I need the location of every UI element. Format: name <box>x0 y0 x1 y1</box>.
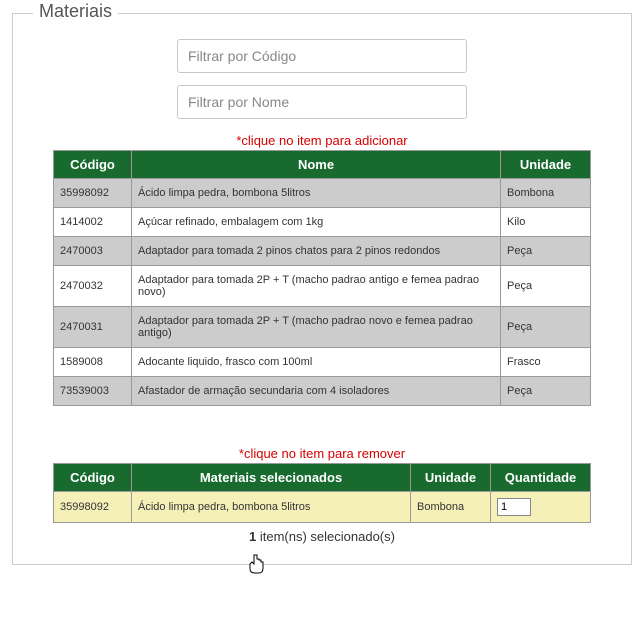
cell-codigo: 35998092 <box>54 179 132 208</box>
cell-nome: Adaptador para tomada 2 pinos chatos par… <box>132 237 501 266</box>
cell-nome: Adaptador para tomada 2P + T (macho padr… <box>132 266 501 307</box>
cell-unidade: Peça <box>501 237 591 266</box>
filter-codigo-input[interactable] <box>177 39 467 73</box>
table-row[interactable]: 73539003Afastador de armação secundaria … <box>54 377 591 406</box>
table-row[interactable]: 1414002Açúcar refinado, embalagem com 1k… <box>54 208 591 237</box>
hint-add: *clique no item para adicionar <box>13 133 631 148</box>
selected-section: *clique no item para remover Código Mate… <box>53 446 591 544</box>
selected-count-suffix: item(ns) selecionado(s) <box>256 529 395 544</box>
selected-count-footer: 1 item(ns) selecionado(s) <box>53 529 591 544</box>
cell-unidade: Frasco <box>501 348 591 377</box>
hint-remove: *clique no item para remover <box>53 446 591 461</box>
fieldset-legend: Materiais <box>33 1 118 22</box>
available-table-wrap: Código Nome Unidade 35998092Ácido limpa … <box>53 150 591 406</box>
col-header-nome: Nome <box>132 151 501 179</box>
cell-unidade: Peça <box>501 307 591 348</box>
cell-nome: Ácido limpa pedra, bombona 5litros <box>132 179 501 208</box>
sel-cell-codigo: 35998092 <box>54 492 132 523</box>
cell-unidade: Peça <box>501 377 591 406</box>
sel-cell-qtd <box>491 492 591 523</box>
cell-nome: Adocante liquido, frasco com 100ml <box>132 348 501 377</box>
sel-col-unidade: Unidade <box>411 464 491 492</box>
cell-nome: Adaptador para tomada 2P + T (macho padr… <box>132 307 501 348</box>
cell-nome: Afastador de armação secundaria com 4 is… <box>132 377 501 406</box>
filter-section <box>13 39 631 119</box>
cell-codigo: 1414002 <box>54 208 132 237</box>
cell-codigo: 2470032 <box>54 266 132 307</box>
table-row[interactable]: 2470003Adaptador para tomada 2 pinos cha… <box>54 237 591 266</box>
quantity-input[interactable] <box>497 498 531 516</box>
cell-codigo: 73539003 <box>54 377 132 406</box>
sel-col-qtd: Quantidade <box>491 464 591 492</box>
cell-unidade: Kilo <box>501 208 591 237</box>
table-row[interactable]: 2470031Adaptador para tomada 2P + T (mac… <box>54 307 591 348</box>
available-scroll[interactable]: Código Nome Unidade 35998092Ácido limpa … <box>53 150 591 406</box>
selected-row[interactable]: 35998092Ácido limpa pedra, bombona 5litr… <box>54 492 591 523</box>
materiais-fieldset: Materiais *clique no item para adicionar… <box>12 13 632 565</box>
sel-cell-nome: Ácido limpa pedra, bombona 5litros <box>132 492 411 523</box>
table-row[interactable]: 2470032Adaptador para tomada 2P + T (mac… <box>54 266 591 307</box>
col-header-codigo: Código <box>54 151 132 179</box>
col-header-unidade: Unidade <box>501 151 591 179</box>
available-table: Código Nome Unidade 35998092Ácido limpa … <box>53 150 591 406</box>
table-row[interactable]: 35998092Ácido limpa pedra, bombona 5litr… <box>54 179 591 208</box>
table-row[interactable]: 1589008Adocante liquido, frasco com 100m… <box>54 348 591 377</box>
selected-table: Código Materiais selecionados Unidade Qu… <box>53 463 591 523</box>
sel-col-nome: Materiais selecionados <box>132 464 411 492</box>
cell-codigo: 1589008 <box>54 348 132 377</box>
cell-unidade: Bombona <box>501 179 591 208</box>
cell-unidade: Peça <box>501 266 591 307</box>
filter-nome-input[interactable] <box>177 85 467 119</box>
sel-col-codigo: Código <box>54 464 132 492</box>
cell-codigo: 2470003 <box>54 237 132 266</box>
cell-nome: Açúcar refinado, embalagem com 1kg <box>132 208 501 237</box>
sel-cell-unidade: Bombona <box>411 492 491 523</box>
cell-codigo: 2470031 <box>54 307 132 348</box>
